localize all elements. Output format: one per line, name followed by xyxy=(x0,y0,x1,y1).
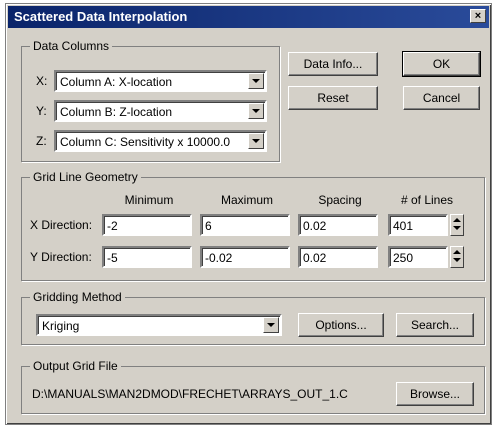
z-column-label: Z: xyxy=(36,134,47,148)
close-icon[interactable]: × xyxy=(470,9,486,23)
scattered-data-interpolation-dialog: Scattered Data Interpolation × Data Colu… xyxy=(5,3,492,425)
reset-button[interactable]: Reset xyxy=(288,86,378,110)
gridding-method-select[interactable]: Kriging xyxy=(36,314,282,336)
grid-line-geometry-legend: Grid Line Geometry xyxy=(30,170,141,184)
data-info-button[interactable]: Data Info... xyxy=(288,52,378,76)
lines-header: # of Lines xyxy=(400,193,454,207)
gridding-method-value: Kriging xyxy=(42,319,80,333)
chevron-down-icon[interactable] xyxy=(248,73,264,89)
x-lines-input[interactable]: 401 xyxy=(388,214,448,236)
x-direction-label: X Direction: xyxy=(30,218,93,232)
chevron-down-icon[interactable] xyxy=(263,317,279,333)
maximum-header: Maximum xyxy=(220,193,273,207)
output-grid-file-group: Output Grid File D:\MANUALS\MAN2DMOD\FRE… xyxy=(21,359,485,414)
gridding-method-group: Gridding Method Kriging Options... Searc… xyxy=(21,290,485,345)
gridding-method-legend: Gridding Method xyxy=(30,290,125,304)
ok-button[interactable]: OK xyxy=(402,51,481,77)
y-column-value: Column B: Z-location xyxy=(60,105,173,119)
data-columns-legend: Data Columns xyxy=(30,39,113,53)
y-spacing-input[interactable]: 0.02 xyxy=(298,246,378,268)
x-lines-spinner[interactable] xyxy=(450,214,464,236)
x-column-select[interactable]: Column A: X-location xyxy=(54,70,267,92)
y-minimum-input[interactable]: -5 xyxy=(102,246,192,268)
grid-line-geometry-group: Grid Line Geometry Minimum Maximum Spaci… xyxy=(21,170,485,281)
options-button[interactable]: Options... xyxy=(298,313,384,337)
browse-button[interactable]: Browse... xyxy=(396,382,474,406)
y-lines-input[interactable]: 250 xyxy=(388,246,448,268)
x-column-value: Column A: X-location xyxy=(60,75,173,89)
window-title: Scattered Data Interpolation xyxy=(14,9,188,24)
chevron-down-icon[interactable] xyxy=(248,133,264,149)
x-maximum-input[interactable]: 6 xyxy=(200,214,290,236)
output-grid-file-legend: Output Grid File xyxy=(30,359,121,373)
data-columns-group: Data Columns X: Column A: X-location Y: … xyxy=(21,39,280,162)
x-minimum-input[interactable]: -2 xyxy=(102,214,192,236)
y-maximum-input[interactable]: -0.02 xyxy=(200,246,290,268)
minimum-header: Minimum xyxy=(124,193,174,207)
y-lines-spinner[interactable] xyxy=(450,246,464,268)
y-direction-label: Y Direction: xyxy=(30,250,92,264)
y-column-select[interactable]: Column B: Z-location xyxy=(54,100,267,122)
output-file-path: D:\MANUALS\MAN2DMOD\FRECHET\ARRAYS_OUT_1… xyxy=(32,387,348,401)
z-column-select[interactable]: Column C: Sensitivity x 10000.0 xyxy=(54,130,267,152)
search-button[interactable]: Search... xyxy=(396,313,474,337)
chevron-down-icon[interactable] xyxy=(248,103,264,119)
y-column-label: Y: xyxy=(36,104,47,118)
z-column-value: Column C: Sensitivity x 10000.0 xyxy=(60,135,231,149)
cancel-button[interactable]: Cancel xyxy=(403,86,480,110)
spacing-header: Spacing xyxy=(318,193,362,207)
x-spacing-input[interactable]: 0.02 xyxy=(298,214,378,236)
x-column-label: X: xyxy=(36,74,48,88)
title-bar: Scattered Data Interpolation × xyxy=(8,6,489,28)
